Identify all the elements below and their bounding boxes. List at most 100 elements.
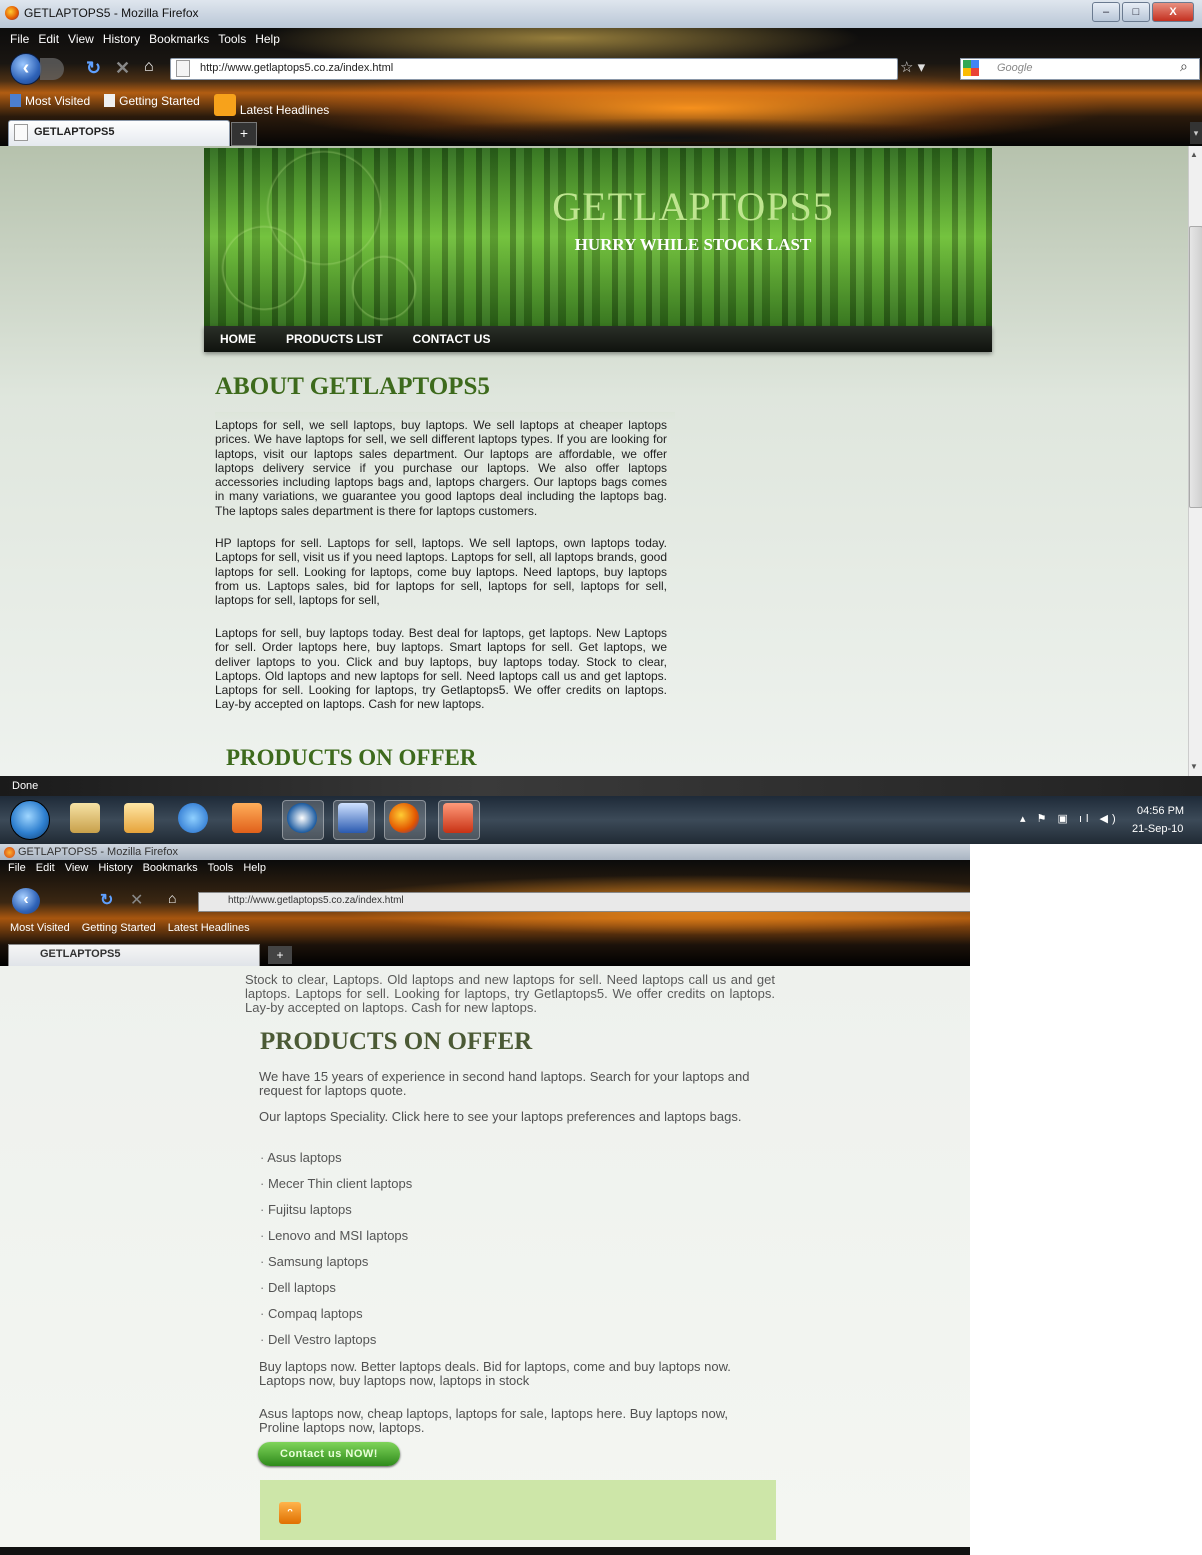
product-item[interactable]: Lenovo and MSI laptops — [260, 1228, 408, 1243]
menu-edit[interactable]: Edit — [36, 862, 55, 874]
menu-view[interactable]: View — [65, 862, 89, 874]
tab-list-button[interactable]: ▾ — [1190, 122, 1202, 144]
forward-button[interactable] — [40, 58, 64, 80]
bookmark-latest-headlines[interactable]: Latest Headlines — [213, 94, 330, 117]
word-icon[interactable] — [338, 803, 368, 833]
hp-icon[interactable] — [287, 803, 317, 833]
buy-text: Buy laptops now. Better laptops deals. B… — [259, 1359, 731, 1388]
close-button[interactable]: X — [1152, 2, 1194, 22]
back-button[interactable]: ‹ — [10, 53, 42, 85]
menu-file[interactable]: File — [10, 32, 29, 50]
nav-home[interactable]: HOME — [220, 332, 256, 346]
window-title: GETLAPTOPS5 - Mozilla Firefox — [24, 6, 199, 20]
scroll-up-icon[interactable]: ▲ — [1190, 150, 1198, 159]
clock-date[interactable]: 21-Sep-10 — [1132, 823, 1183, 835]
search-placeholder[interactable]: Google — [997, 62, 1032, 74]
outlook-icon[interactable] — [124, 803, 154, 833]
bookmark-most-visited[interactable]: Most Visited — [10, 922, 70, 934]
firefox-taskbar-icon[interactable] — [389, 803, 419, 833]
address-text[interactable]: http://www.getlaptops5.co.za/index.html — [200, 62, 393, 74]
menu-tools[interactable]: Tools — [218, 32, 246, 50]
about-paragraph: Laptops for sell, we sell laptops, buy l… — [215, 418, 667, 518]
search-icon[interactable]: ⌕ — [1180, 58, 1188, 75]
product-item[interactable]: Dell laptops — [260, 1280, 336, 1295]
scroll-down-icon[interactable]: ▼ — [1190, 762, 1198, 771]
firefox-icon — [5, 6, 19, 20]
menu-tools[interactable]: Tools — [208, 862, 234, 874]
product-item[interactable]: Samsung laptops — [260, 1254, 368, 1269]
bookmark-star-icon[interactable]: ☆ ▾ — [900, 58, 925, 76]
maximize-button[interactable]: □ — [1122, 2, 1150, 22]
stop-icon[interactable]: ✕ — [115, 58, 130, 79]
page-icon — [104, 94, 116, 107]
media-player-icon[interactable] — [232, 803, 262, 833]
menu-history[interactable]: History — [103, 32, 140, 50]
toolbar-scenery — [380, 108, 980, 142]
nav-contact-us[interactable]: CONTACT US — [413, 332, 491, 346]
menu-edit[interactable]: Edit — [38, 32, 59, 50]
home-icon[interactable]: ⌂ — [168, 890, 176, 906]
menu-file[interactable]: File — [8, 862, 26, 874]
menu-bookmarks[interactable]: Bookmarks — [143, 862, 198, 874]
menu-help[interactable]: Help — [255, 32, 280, 50]
products-heading: PRODUCTS ON OFFER — [260, 1028, 533, 1055]
new-tab-button[interactable]: + — [268, 946, 292, 964]
bookmarks-bar: Most Visited Getting Started Latest Head… — [10, 922, 250, 934]
menu-bookmarks[interactable]: Bookmarks — [149, 32, 209, 50]
status-bar — [0, 776, 1202, 796]
bookmark-label: Getting Started — [119, 94, 200, 108]
menu-history[interactable]: History — [98, 862, 132, 874]
tab-page-icon — [14, 124, 28, 141]
google-icon[interactable] — [963, 60, 979, 76]
menu-help[interactable]: Help — [243, 862, 266, 874]
bookmark-label: Most Visited — [25, 94, 91, 108]
about-paragraph: HP laptops for sell. Laptops for sell, l… — [215, 536, 667, 608]
home-icon[interactable]: ⌂ — [144, 58, 154, 76]
bookmark-getting-started[interactable]: Getting Started — [104, 94, 200, 117]
second-screenshot: GETLAPTOPS5 - Mozilla Firefox File Edit … — [0, 844, 970, 1555]
menu-view[interactable]: View — [68, 32, 94, 50]
most-visited-icon — [10, 94, 21, 107]
window-title: GETLAPTOPS5 - Mozilla Firefox — [18, 846, 178, 858]
site-tagline: HURRY WHILE STOCK LAST — [574, 235, 812, 254]
internet-explorer-icon[interactable] — [178, 803, 208, 833]
nav-products-list[interactable]: PRODUCTS LIST — [286, 332, 383, 346]
rss-feed-icon[interactable]: ᵔ — [279, 1502, 301, 1524]
reload-icon[interactable]: ↻ — [86, 58, 101, 79]
back-button[interactable]: ‹ — [12, 888, 40, 914]
about-paragraph-tail: Stock to clear, Laptops. Old laptops and… — [245, 972, 775, 1015]
new-tab-button[interactable]: + — [231, 122, 257, 146]
footer-box — [260, 1480, 776, 1540]
bookmark-latest-headlines[interactable]: Latest Headlines — [168, 922, 250, 934]
site-nav: HOME PRODUCTS LIST CONTACT US — [204, 326, 992, 352]
bookmark-label: Latest Headlines — [239, 103, 330, 117]
firefox-icon — [4, 847, 15, 858]
explorer-icon[interactable] — [70, 803, 100, 833]
about-paragraph: Laptops for sell, buy laptops today. Bes… — [215, 626, 667, 712]
presentation-icon[interactable] — [443, 803, 473, 833]
tab-label: GETLAPTOPS5 — [40, 948, 121, 960]
product-item[interactable]: Compaq laptops — [260, 1306, 363, 1321]
scrollbar-thumb[interactable] — [1189, 226, 1202, 508]
asus-text: Asus laptops now, cheap laptops, laptops… — [259, 1406, 729, 1435]
page-icon — [176, 60, 190, 77]
bookmark-getting-started[interactable]: Getting Started — [82, 922, 156, 934]
products-heading: PRODUCTS ON OFFER — [226, 745, 477, 770]
system-tray-icons[interactable]: ▴ ⚑ ▣ ıl ◀) — [1020, 812, 1120, 825]
contact-us-button[interactable]: Contact us NOW! — [258, 1442, 400, 1466]
bookmark-most-visited[interactable]: Most Visited — [10, 94, 90, 117]
product-item[interactable]: Fujitsu laptops — [260, 1202, 352, 1217]
reload-icon[interactable]: ↻ — [100, 890, 113, 910]
search-box[interactable] — [960, 58, 1200, 80]
clock-time[interactable]: 04:56 PM — [1137, 805, 1184, 817]
product-item[interactable]: Mecer Thin client laptops — [260, 1176, 412, 1191]
product-item[interactable]: Asus laptops — [260, 1150, 341, 1165]
address-text[interactable]: http://www.getlaptops5.co.za/index.html — [228, 895, 404, 906]
minimize-button[interactable]: – — [1092, 2, 1120, 22]
product-item[interactable]: Dell Vestro laptops — [260, 1332, 376, 1347]
stop-icon[interactable]: ✕ — [130, 890, 143, 910]
start-button[interactable] — [10, 800, 50, 840]
products-speciality[interactable]: Our laptops Speciality. Click here to se… — [259, 1110, 759, 1124]
site-title: GETLAPTOPS5 — [552, 184, 834, 229]
menu-bar: File Edit View History Bookmarks Tools H… — [0, 32, 280, 50]
